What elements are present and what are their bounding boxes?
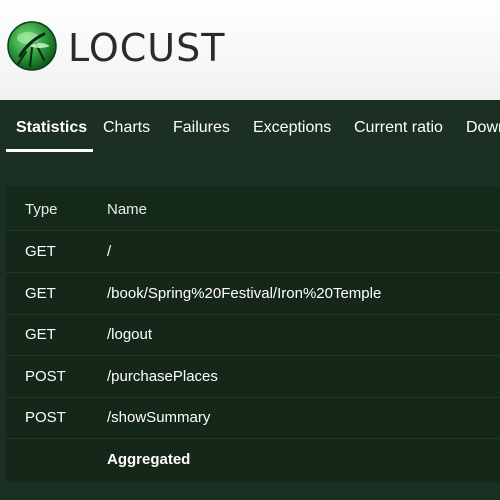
row-name: /showSummary bbox=[107, 409, 211, 426]
table-row: POST /purchasePlaces bbox=[6, 356, 500, 398]
column-header-name[interactable]: Name bbox=[107, 186, 147, 234]
table-row: GET / bbox=[6, 231, 500, 273]
table-header-row: Type Name bbox=[6, 186, 500, 231]
row-name: / bbox=[107, 243, 112, 260]
table-row: GET /logout bbox=[6, 314, 500, 356]
tab-failures[interactable]: Failures bbox=[173, 100, 230, 156]
row-type: POST bbox=[25, 409, 66, 426]
table-row: GET /book/Spring%20Festival/Iron%20Templ… bbox=[6, 273, 500, 315]
tab-current-ratio[interactable]: Current ratio bbox=[354, 100, 443, 156]
tab-download-data[interactable]: Download Data bbox=[466, 100, 500, 156]
locust-logo-icon[interactable] bbox=[6, 20, 58, 72]
row-type: GET bbox=[25, 243, 56, 260]
row-type: POST bbox=[25, 368, 66, 385]
app-header: LOCUST bbox=[0, 0, 500, 100]
tab-statistics[interactable]: Statistics bbox=[6, 100, 93, 152]
row-type: GET bbox=[25, 285, 56, 302]
tab-exceptions[interactable]: Exceptions bbox=[253, 100, 331, 156]
statistics-table: Type Name GET / GET /book/Spring%20Festi… bbox=[6, 186, 500, 482]
navigation-bar: Statistics Charts Failures Exceptions Cu… bbox=[0, 100, 500, 158]
table-row: POST /showSummary bbox=[6, 397, 500, 439]
brand-name: LOCUST bbox=[68, 26, 226, 70]
column-header-type[interactable]: Type bbox=[25, 186, 58, 234]
row-type: GET bbox=[25, 326, 56, 343]
aggregated-row: Aggregated bbox=[6, 439, 500, 480]
row-name: /purchasePlaces bbox=[107, 368, 218, 385]
row-name: /logout bbox=[107, 326, 153, 343]
row-name: /book/Spring%20Festival/Iron%20Temple bbox=[107, 285, 382, 302]
tab-charts[interactable]: Charts bbox=[103, 100, 150, 156]
aggregated-label: Aggregated bbox=[107, 451, 191, 468]
